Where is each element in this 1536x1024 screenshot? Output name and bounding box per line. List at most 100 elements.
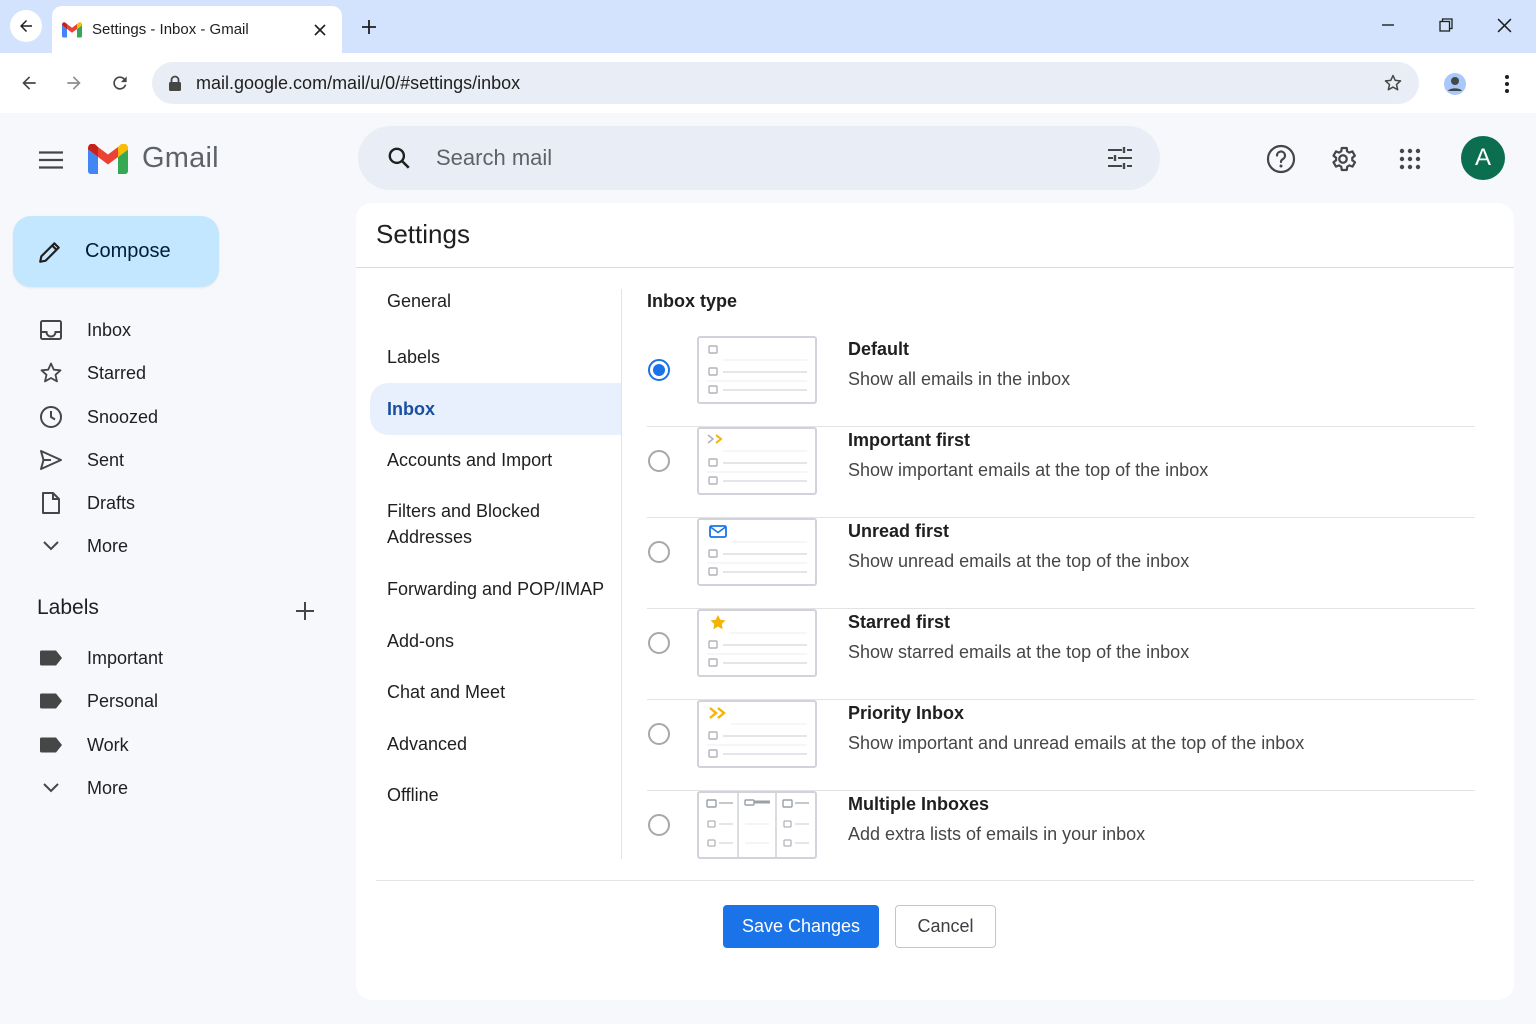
sidebar-item-label: Important (87, 647, 164, 668)
tune-icon (1108, 147, 1132, 169)
option-title: Important first (848, 430, 971, 450)
window-close-button[interactable] (1486, 10, 1522, 40)
save-changes-button[interactable]: Save Changes (723, 905, 879, 948)
bookmark-button[interactable] (1375, 65, 1411, 101)
sidebar-item-snoozed[interactable]: Snoozed (28, 397, 328, 437)
back-button[interactable] (13, 67, 45, 99)
radio-button[interactable] (648, 541, 670, 563)
sidebar-item-label: Starred (87, 362, 147, 383)
label-icon (28, 693, 74, 709)
tab-search-button[interactable] (10, 10, 42, 42)
radio-button[interactable] (648, 359, 670, 381)
forward-button[interactable] (58, 67, 90, 99)
minimize-button[interactable] (1370, 10, 1406, 40)
settings-tab-labels[interactable]: Labels (370, 344, 621, 370)
browser-menu-button[interactable] (1492, 67, 1522, 101)
radio-button[interactable] (648, 632, 670, 654)
sidebar-item-label: Snoozed (87, 406, 159, 427)
reload-button[interactable] (104, 67, 136, 99)
new-tab-button[interactable] (354, 12, 384, 42)
option-title: Priority Inbox (848, 703, 965, 723)
clock-icon (28, 405, 74, 429)
browser-tab[interactable]: Settings - Inbox - Gmail (52, 6, 342, 53)
minimize-icon (1382, 24, 1394, 26)
inbox-type-option-default[interactable]: Default Show all emails in the inbox (647, 336, 1475, 427)
profile-icon (1444, 73, 1466, 95)
browser-profile-button[interactable] (1438, 67, 1472, 101)
sidebar-label-work[interactable]: Work (28, 725, 328, 765)
inbox-type-option-multiple-inboxes[interactable]: Multiple Inboxes Add extra lists of emai… (647, 791, 1475, 882)
sidebar-item-label: More (87, 535, 129, 556)
restore-icon (1439, 18, 1453, 32)
address-bar[interactable]: mail.google.com/mail/u/0/#settings/inbox (152, 62, 1419, 104)
option-description: Show starred emails at the top of the in… (848, 642, 1190, 662)
inbox-type-thumbnail (697, 791, 817, 859)
search-bar[interactable]: Search mail (358, 126, 1160, 190)
inbox-type-option-starred-first[interactable]: Starred first Show starred emails at the… (647, 609, 1475, 700)
star-icon (28, 361, 74, 385)
settings-tab-forwarding[interactable]: Forwarding and POP/IMAP (370, 576, 621, 602)
settings-tab-addons[interactable]: Add-ons (370, 628, 621, 654)
section-title: Inbox type (647, 291, 738, 311)
option-description: Show unread emails at the top of the inb… (848, 551, 1190, 571)
settings-tab-inbox[interactable]: Inbox (370, 383, 621, 435)
search-options-button[interactable] (1098, 136, 1142, 180)
arrow-right-icon (67, 76, 81, 90)
sidebar-item-label: Inbox (87, 319, 132, 340)
settings-tab-filters[interactable]: Filters and Blocked Addresses (370, 498, 570, 550)
settings-tab-offline[interactable]: Offline (370, 782, 621, 808)
inbox-type-option-important-first[interactable]: Important first Show important emails at… (647, 427, 1475, 518)
help-icon (1266, 144, 1296, 174)
inbox-type-option-priority-inbox[interactable]: Priority Inbox Show important and unread… (647, 700, 1475, 791)
create-label-button[interactable] (290, 596, 320, 626)
inbox-type-thumbnail (697, 609, 817, 677)
envelope-icon (709, 525, 727, 538)
settings-tab-chat[interactable]: Chat and Meet (370, 679, 621, 705)
settings-panel: Settings General Labels Inbox Accounts a… (356, 203, 1514, 1000)
draft-icon (28, 491, 74, 515)
restore-button[interactable] (1428, 10, 1464, 40)
sidebar-item-inbox[interactable]: Inbox (28, 310, 328, 350)
google-apps-button[interactable] (1388, 137, 1432, 181)
plus-icon (296, 602, 314, 620)
inbox-type-thumbnail (697, 700, 817, 768)
browser-toolbar: mail.google.com/mail/u/0/#settings/inbox (0, 53, 1536, 113)
more-vert-icon (1505, 75, 1509, 93)
sidebar-item-label: Sent (87, 449, 125, 470)
gear-icon (1332, 146, 1357, 172)
support-button[interactable] (1259, 137, 1303, 181)
settings-tab-advanced[interactable]: Advanced (370, 731, 621, 757)
sidebar-label-more[interactable]: More (28, 768, 328, 808)
radio-button[interactable] (648, 814, 670, 836)
sidebar-item-drafts[interactable]: Drafts (28, 483, 328, 523)
compose-label: Compose (85, 240, 171, 262)
option-title: Starred first (848, 612, 951, 632)
sidebar-label-important[interactable]: Important (28, 638, 328, 678)
account-avatar[interactable]: A (1461, 136, 1505, 180)
plus-icon (362, 20, 376, 34)
radio-button[interactable] (648, 450, 670, 472)
sidebar-item-sent[interactable]: Sent (28, 440, 328, 480)
sidebar-label-personal[interactable]: Personal (28, 681, 328, 721)
inbox-type-option-unread-first[interactable]: Unread first Show unread emails at the t… (647, 518, 1475, 609)
tab-close-button[interactable] (310, 20, 330, 40)
main-menu-button[interactable] (30, 139, 72, 181)
menu-icon (39, 151, 63, 169)
arrow-left-icon (22, 76, 36, 90)
settings-tab-accounts[interactable]: Accounts and Import (370, 447, 621, 473)
option-title: Default (848, 339, 910, 359)
radio-button[interactable] (648, 723, 670, 745)
star-outline-icon (1384, 74, 1402, 91)
gmail-logo[interactable]: Gmail (88, 142, 219, 175)
inbox-type-thumbnail (697, 336, 817, 404)
sidebar-item-starred[interactable]: Starred (28, 353, 328, 393)
settings-tab-general[interactable]: General (370, 288, 621, 314)
sidebar-item-more[interactable]: More (28, 526, 328, 566)
search-input[interactable]: Search mail (436, 145, 1098, 171)
lock-icon (169, 75, 181, 91)
pencil-icon (39, 241, 60, 263)
compose-button[interactable]: Compose (13, 216, 219, 287)
reload-icon (113, 76, 127, 90)
cancel-button[interactable]: Cancel (895, 905, 996, 948)
settings-button[interactable] (1321, 137, 1365, 181)
